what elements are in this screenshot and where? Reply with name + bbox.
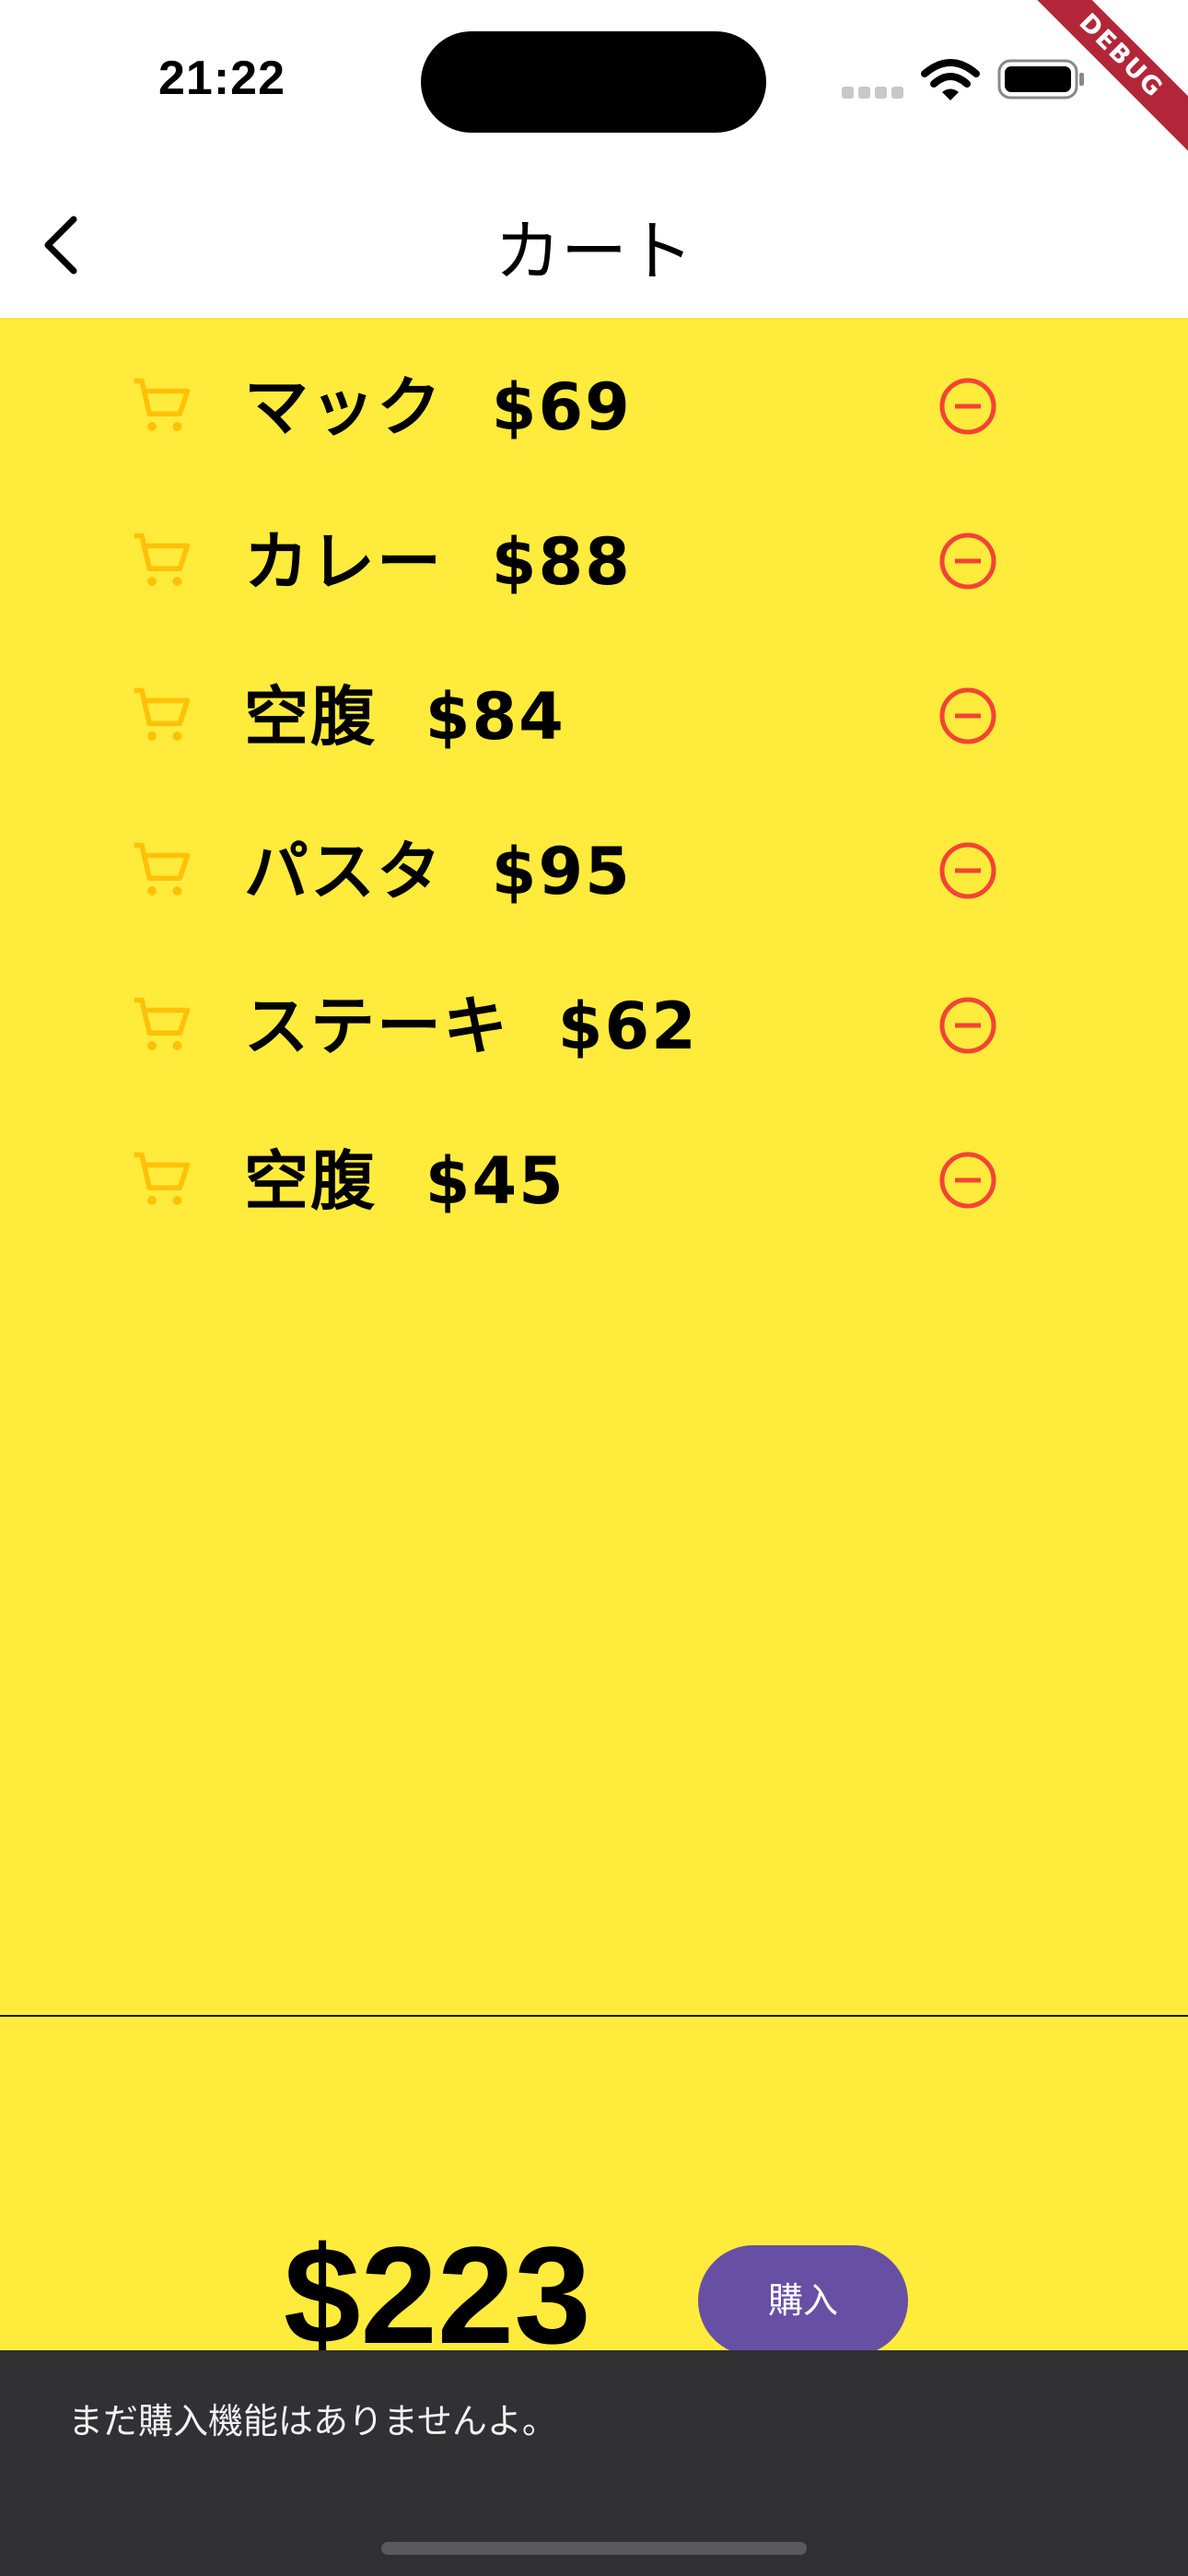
remove-item-button[interactable] (938, 1150, 998, 1211)
total-price: $223 (284, 2218, 591, 2372)
home-indicator[interactable] (381, 2542, 807, 2555)
wifi-icon (921, 59, 980, 100)
battery-icon (997, 59, 1084, 100)
status-bar: 21:22 (0, 0, 1188, 166)
list-item: カレー $88 (0, 483, 1188, 638)
cart-item-label: マック $69 (244, 369, 632, 445)
cart-item-label: パスタ $95 (244, 834, 632, 909)
remove-item-button[interactable] (938, 531, 998, 591)
snackbar-message: まだ購入機能はありませんよ。 (68, 2401, 557, 2441)
page-title: カート (494, 213, 693, 290)
dynamic-island (421, 31, 766, 133)
remove-item-button[interactable] (938, 995, 998, 1056)
cart-item-label: カレー $88 (244, 524, 632, 600)
shopping-cart-icon (134, 842, 191, 896)
remove-circle-outline-icon (939, 1152, 996, 1209)
remove-item-button[interactable] (938, 376, 998, 437)
cart-item-label: ステーキ $62 (244, 989, 698, 1064)
cart-item-label: 空腹 $84 (244, 679, 565, 755)
remove-item-button[interactable] (938, 685, 998, 746)
shopping-cart-icon (134, 533, 191, 586)
remove-circle-outline-icon (939, 533, 996, 590)
list-item: パスタ $95 (0, 792, 1188, 947)
shopping-cart-icon (134, 1152, 191, 1205)
app-bar: カート (0, 166, 1188, 318)
list-item: 空腹 $45 (0, 1102, 1188, 1257)
cellular-signal-icon (842, 85, 908, 102)
remove-circle-outline-icon (939, 997, 996, 1054)
divider (0, 2015, 1188, 2017)
remove-circle-outline-icon (939, 378, 996, 435)
snackbar: まだ購入機能はありませんよ。 (0, 2350, 1188, 2576)
buy-button[interactable]: 購入 (698, 2245, 908, 2356)
list-item: 空腹 $84 (0, 638, 1188, 792)
cart-list: マック $69 カレー $88 空腹 $84 パスタ $95 ステーキ $62 … (0, 328, 1188, 1257)
remove-circle-outline-icon (939, 687, 996, 744)
remove-item-button[interactable] (938, 840, 998, 901)
shopping-cart-icon (134, 687, 191, 741)
status-time: 21:22 (158, 52, 285, 105)
shopping-cart-icon (134, 378, 191, 431)
list-item: ステーキ $62 (0, 947, 1188, 1102)
list-item: マック $69 (0, 328, 1188, 483)
remove-circle-outline-icon (939, 842, 996, 899)
shopping-cart-icon (134, 997, 191, 1050)
cart-item-label: 空腹 $45 (244, 1143, 565, 1219)
